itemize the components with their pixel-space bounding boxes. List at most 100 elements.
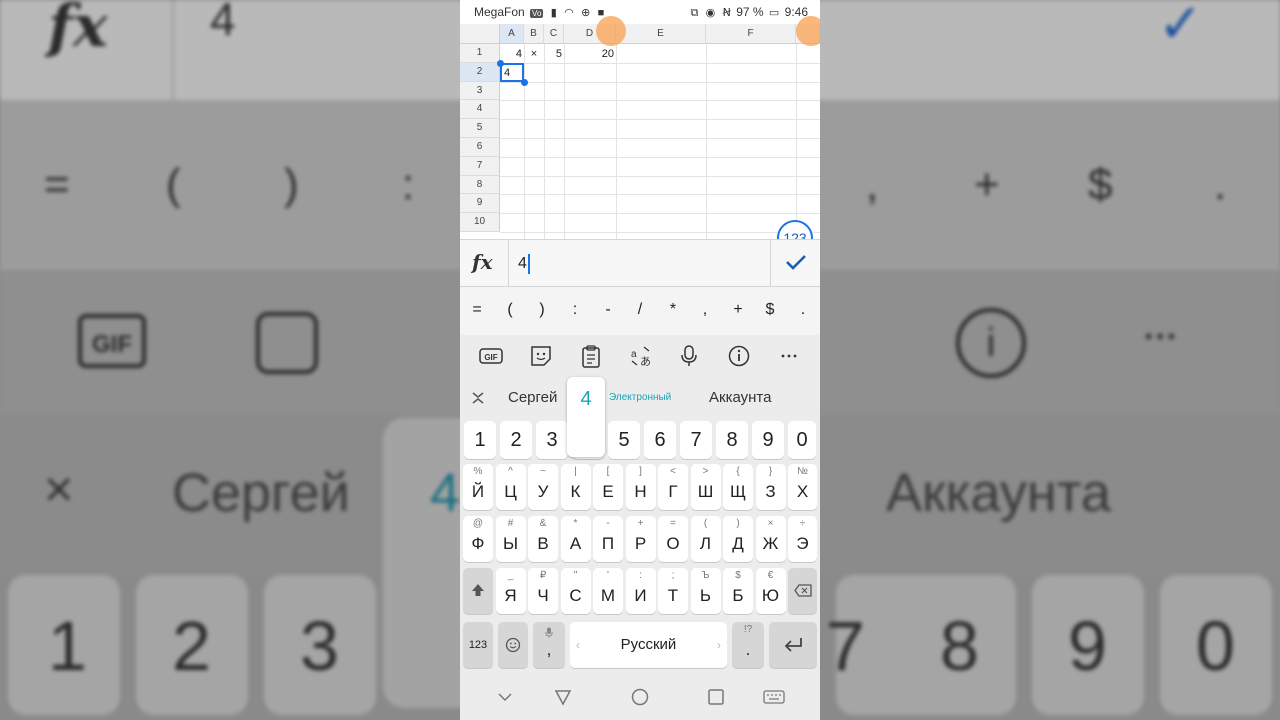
comma-key[interactable]: , [533,622,565,668]
symbol-key-colon[interactable]: : [565,301,585,319]
more-icon[interactable] [776,343,802,369]
collapse-icon[interactable] [470,389,486,407]
key-letter[interactable]: # Ы [495,516,526,562]
symbol-key-comma[interactable]: , [695,301,715,319]
enter-key[interactable] [769,622,817,668]
back-icon[interactable] [552,686,574,708]
column-header-b[interactable]: B [524,24,544,44]
symbol-key-slash[interactable]: / [630,301,650,319]
row-header[interactable]: 3 [460,81,500,101]
formula-input[interactable]: 4 [518,254,530,274]
emoji-key[interactable] [498,622,528,668]
hide-keyboard-icon[interactable] [494,686,516,708]
symbol-key-minus[interactable]: - [598,301,618,319]
symbol-key-plus[interactable]: + [728,301,748,319]
key-letter[interactable]: ^ Ц [495,464,526,510]
backspace-key[interactable] [788,568,817,614]
key-letter[interactable]: № Х [788,464,817,510]
key-letter[interactable]: + Р [625,516,656,562]
key-letter[interactable]: ₽ Ч [528,568,558,614]
key-letter[interactable]: @ Ф [463,516,493,562]
row-header[interactable]: 9 [460,194,500,214]
sticker-icon[interactable] [528,343,554,369]
key-letter[interactable]: > Ш [690,464,721,510]
suggestion-left[interactable]: Сергей [508,389,557,406]
suggestion-middle[interactable]: Электронный [609,392,671,403]
key-letter[interactable]: * А [560,516,591,562]
key-letter[interactable]: (Л [690,516,721,562]
shift-key[interactable] [463,568,493,614]
column-header-a[interactable]: A [500,24,524,44]
cell-d1[interactable]: 20 [564,45,614,63]
cell-a1[interactable]: 4 [500,45,522,63]
symbol-key-asterisk[interactable]: * [663,301,683,319]
key-letter[interactable]: & В [528,516,558,562]
row-header[interactable]: 5 [460,119,500,138]
edit-icon[interactable] [796,16,820,46]
cell-c1[interactable]: 5 [544,45,562,63]
symbol-key-dollar[interactable]: $ [760,301,780,319]
column-header-f[interactable]: F [706,24,796,44]
key-letter[interactable]: < Г [658,464,688,510]
column-header-e[interactable]: E [616,24,706,44]
key-9[interactable]: 9 [752,421,784,459]
period-key[interactable]: !?. [732,622,764,668]
key-letter[interactable]: % Й [463,464,493,510]
key-3[interactable]: 3 [536,421,568,459]
key-7[interactable]: 7 [680,421,712,459]
row-header[interactable]: 4 [460,100,500,120]
suggestion-right[interactable]: Аккаунта [709,389,771,406]
key-letter[interactable]: ) Д [723,516,753,562]
key-letter[interactable]: _ Я [495,568,526,614]
key-letter[interactable]: ; Т [658,568,688,614]
clipboard-icon[interactable] [578,343,604,369]
row-header[interactable]: 1 [460,44,500,63]
microphone-icon[interactable] [676,343,702,369]
row-header[interactable]: 7 [460,156,500,176]
symbol-key-period[interactable]: . [793,301,813,319]
key-6[interactable]: 6 [644,421,676,459]
key-letter[interactable]: [Е [593,464,623,510]
spreadsheet-grid[interactable]: A B C D E F 1 2 3 4 5 6 7 8 9 10 4 × 5 2… [460,16,820,256]
key-letter[interactable]: -П [593,516,623,562]
key-letter[interactable]: :И [625,568,656,614]
space-key[interactable]: ‹ Русский › [570,622,727,668]
key-0[interactable]: 0 [788,421,816,459]
column-header-c[interactable]: C [544,24,564,44]
gif-icon[interactable]: GIF [478,343,504,369]
key-1[interactable]: 1 [464,421,496,459]
key-8[interactable]: 8 [716,421,748,459]
selection-handle[interactable] [521,79,528,86]
recents-icon[interactable] [705,686,727,708]
key-letter[interactable]: } З [755,464,786,510]
confirm-check-icon[interactable] [782,248,810,276]
key-letter[interactable]: ' М [593,568,623,614]
mode-switch-key[interactable]: 123 [463,622,493,668]
home-icon[interactable] [629,686,651,708]
key-letter[interactable]: € Ю [755,568,786,614]
info-icon[interactable] [726,343,752,369]
key-letter[interactable]: | К [560,464,591,510]
row-header[interactable]: 8 [460,175,500,195]
row-header[interactable]: 6 [460,138,500,157]
key-letter[interactable]: " С [560,568,591,614]
symbol-key-equals[interactable]: = [467,301,487,319]
key-letter[interactable]: ЪЬ [690,568,721,614]
key-letter[interactable]: ] Н [625,464,656,510]
row-header[interactable]: 10 [460,213,500,232]
symbol-key-close-paren[interactable]: ) [532,301,552,319]
row-header[interactable]: 2 [460,62,500,82]
translate-icon[interactable]: a あ [628,343,654,369]
selection-handle[interactable] [497,60,504,67]
key-letter[interactable]: $ Б [723,568,753,614]
key-2[interactable]: 2 [500,421,532,459]
symbol-key-open-paren[interactable]: ( [500,301,520,319]
select-all-corner[interactable] [460,24,500,44]
keyboard-switch-icon[interactable] [763,686,785,708]
key-letter[interactable]: = О [658,516,688,562]
cell-b1[interactable]: × [524,45,544,63]
key-letter[interactable]: × Ж [755,516,786,562]
key-letter[interactable]: {Щ [723,464,753,510]
key-letter[interactable]: ÷ Э [788,516,817,562]
key-5[interactable]: 5 [608,421,640,459]
